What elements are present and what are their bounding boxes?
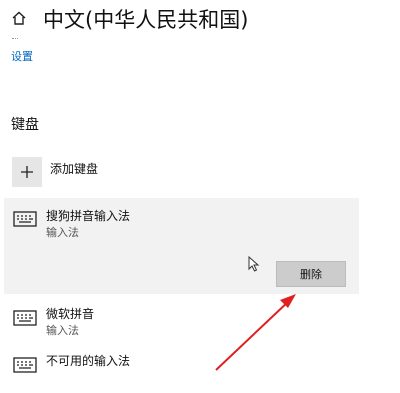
section-heading: 键盘 [11, 117, 39, 133]
add-keyboard-button[interactable] [12, 157, 42, 187]
keyboard-icon [13, 357, 37, 373]
divider [12, 38, 18, 40]
delete-button-label: 删除 [300, 268, 322, 281]
settings-link[interactable]: 设置 [11, 48, 33, 64]
keyboard-item-name[interactable]: 微软拼音 [46, 305, 94, 322]
mouse-cursor-icon [248, 256, 260, 272]
keyboard-icon [13, 211, 37, 227]
keyboard-item-subtitle: 输入法 [46, 324, 79, 337]
keyboard-item-subtitle: 输入法 [46, 226, 79, 239]
page-title: 中文(中华人民共和国) [43, 8, 249, 32]
keyboard-item-name[interactable]: 不可用的输入法 [46, 352, 130, 369]
home-icon[interactable] [11, 10, 27, 26]
delete-button[interactable]: 删除 [276, 261, 346, 287]
keyboard-item-name: 搜狗拼音输入法 [46, 209, 131, 223]
plus-icon [21, 166, 33, 178]
keyboard-icon [13, 310, 37, 326]
add-keyboard-label[interactable]: 添加键盘 [50, 160, 98, 177]
